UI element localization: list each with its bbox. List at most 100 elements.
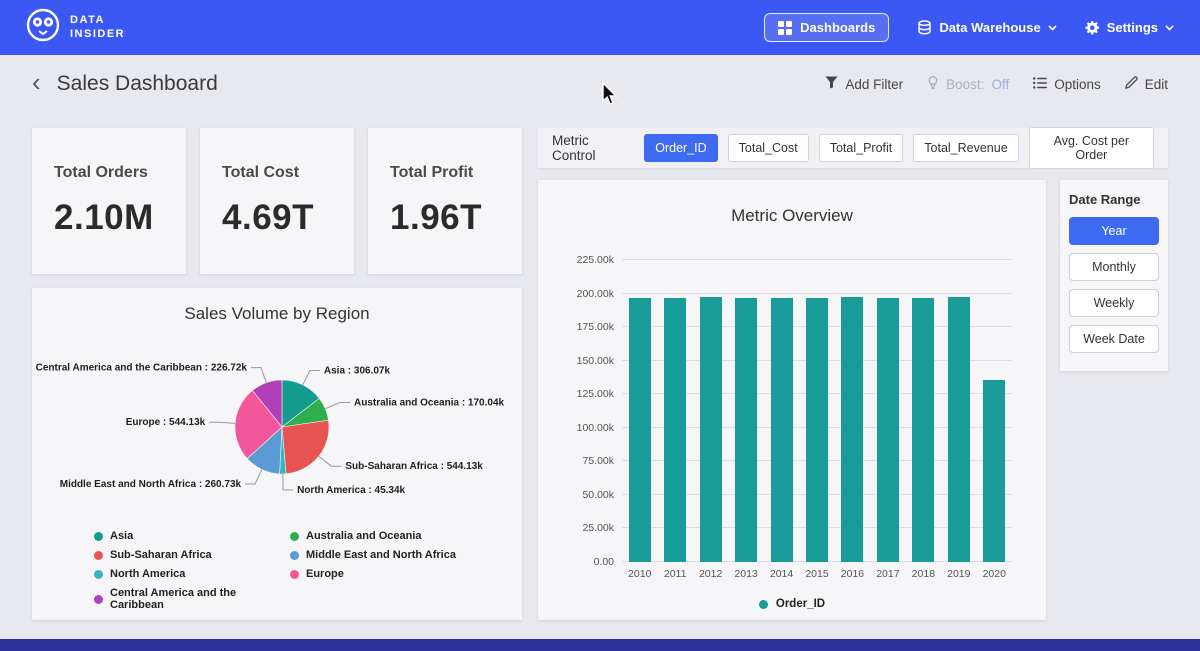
metric-button-total-cost[interactable]: Total_Cost [728, 134, 809, 162]
pie-label-connector [209, 422, 235, 423]
page-title: Sales Dashboard [57, 72, 218, 96]
bar-slot [657, 260, 692, 562]
kpi-label: Total Orders [54, 164, 186, 182]
pie-slice-label: Europe : 544.13k [126, 417, 206, 428]
nav-settings-label: Settings [1107, 20, 1158, 35]
kpi-label: Total Cost [222, 164, 354, 182]
back-button[interactable]: ‹ [32, 69, 41, 99]
legend-dot [94, 551, 103, 560]
chart-row: Metric Overview 225.00k200.00k175.00k150… [538, 180, 1168, 620]
pie-slice-label: Australia and Oceania : 170.04k [354, 398, 505, 409]
bar-2013[interactable] [735, 298, 757, 562]
metric-control-label: Metric Control [552, 133, 630, 163]
x-axis-label: 2010 [622, 568, 657, 580]
legend-label: Middle East and North Africa [306, 549, 456, 561]
x-axis-label: 2011 [657, 568, 692, 580]
edit-label: Edit [1145, 77, 1168, 92]
pie-svg[interactable]: Asia : 306.07kAustralia and Oceania : 17… [32, 330, 522, 526]
kpi-label: Total Profit [390, 164, 522, 182]
bar-2015[interactable] [806, 298, 828, 562]
bar-slot [693, 260, 728, 562]
date-range-label: Date Range [1069, 192, 1159, 207]
nav-settings[interactable]: Settings [1085, 20, 1174, 35]
y-axis-tick: 100.00k [564, 422, 614, 434]
brand[interactable]: DATA INSIDER [26, 8, 125, 47]
owl-logo-icon [26, 8, 60, 47]
kpi-card-3: Total Profit1.96T [368, 128, 522, 274]
pie-legend-item-europe[interactable]: Europe [290, 568, 522, 580]
bar-2019[interactable] [948, 297, 970, 562]
y-axis-tick: 200.00k [564, 288, 614, 300]
kpi-card-2: Total Cost 4.69T [200, 128, 354, 274]
legend-dot [94, 570, 103, 579]
bar-2020[interactable] [983, 380, 1005, 562]
bar-2018[interactable] [912, 298, 934, 562]
bar-chart-card: Metric Overview 225.00k200.00k175.00k150… [538, 180, 1046, 620]
legend-dot [759, 600, 768, 609]
app-root: DATA INSIDER Dashboards [0, 0, 1200, 620]
bar-2011[interactable] [664, 298, 686, 562]
bar-2012[interactable] [700, 297, 722, 562]
date-range-button-year[interactable]: Year [1069, 217, 1159, 245]
legend-label: Order_ID [776, 598, 825, 610]
metric-button-total-profit[interactable]: Total_Profit [819, 134, 904, 162]
bar-slot [764, 260, 799, 562]
pie-legend-item-australia-and-oceania[interactable]: Australia and Oceania [290, 530, 522, 542]
pie-legend-item-sub-saharan-africa[interactable]: Sub-Saharan Africa [94, 549, 290, 561]
pie-label-connector [303, 371, 320, 385]
bar-chart-plot[interactable]: 225.00k200.00k175.00k150.00k125.00k100.0… [622, 260, 1012, 562]
navbar-menu: Dashboards Data Warehouse [764, 13, 1174, 42]
pie-chart-title: Sales Volume by Region [32, 304, 522, 324]
boost-toggle[interactable]: Boost: Off [927, 76, 1009, 93]
date-range-card: Date Range Year Monthly Weekly Week Date [1060, 180, 1168, 371]
legend-dot [290, 570, 299, 579]
pie-legend-item-north-america[interactable]: North America [94, 568, 290, 580]
pie-label-connector [245, 470, 262, 485]
metric-button-avg-cost-per-order[interactable]: Avg. Cost per Order [1029, 127, 1154, 169]
boost-label: Boost: [946, 77, 984, 92]
funnel-icon [825, 76, 838, 92]
edit-button[interactable]: Edit [1125, 76, 1168, 92]
pie-legend-item-asia[interactable]: Asia [94, 530, 290, 542]
pie-label-connector [325, 403, 350, 409]
pencil-icon [1125, 76, 1138, 92]
pie-legend: Asia Australia and Oceania Sub-Saharan Afr… [32, 526, 522, 611]
y-axis-tick: 125.00k [564, 388, 614, 400]
left-column: Total Orders 2.10M Total Cost 4.69T Total Pr… [32, 128, 522, 620]
bar-slot [941, 260, 976, 562]
bar-chart-xlabels: 2010201120122013201420152016201720182019… [622, 568, 1012, 580]
right-column: Metric Control Order_ID Total_Cost Total_P… [538, 128, 1168, 620]
legend-dot [94, 532, 103, 541]
bar-chart-title: Metric Overview [564, 206, 1020, 226]
date-range-button-monthly[interactable]: Monthly [1069, 253, 1159, 281]
chevron-down-icon [1048, 25, 1057, 31]
bar-slot [728, 260, 763, 562]
bar-2016[interactable] [841, 297, 863, 562]
nav-data-warehouse-label: Data Warehouse [939, 20, 1040, 35]
pie-slice-sub-saharan-africa[interactable] [282, 420, 329, 474]
brand-line2: INSIDER [70, 28, 125, 42]
legend-dot [94, 595, 103, 604]
nav-dashboards[interactable]: Dashboards [764, 13, 889, 42]
legend-label: North America [110, 568, 185, 580]
pie-legend-item-middle-east-and-north-africa[interactable]: Middle East and North Africa [290, 549, 522, 561]
add-filter-button[interactable]: Add Filter [825, 76, 903, 92]
metric-button-order-id[interactable]: Order_ID [644, 134, 717, 162]
bar-2014[interactable] [771, 298, 793, 562]
kpi-value: 4.69T [222, 198, 354, 238]
pie-slice-label: Central America and the Caribbean : 226.… [36, 363, 248, 374]
metric-button-total-revenue[interactable]: Total_Revenue [913, 134, 1018, 162]
legend-dot [290, 532, 299, 541]
pie-slice-label: Sub-Saharan Africa : 544.13k [345, 461, 483, 472]
bar-2010[interactable] [629, 298, 651, 562]
kpi-value: 2.10M [54, 198, 186, 238]
bar-2017[interactable] [877, 298, 899, 562]
legend-label: Australia and Oceania [306, 530, 422, 542]
date-range-button-weekly[interactable]: Weekly [1069, 289, 1159, 317]
bar-slot [977, 260, 1012, 562]
options-button[interactable]: Options [1033, 77, 1101, 92]
pie-legend-item-central-america-and-the-caribbean[interactable]: Central America and the Caribbean [94, 587, 290, 611]
y-axis-tick: 75.00k [564, 455, 614, 467]
date-range-button-week-date[interactable]: Week Date [1069, 325, 1159, 353]
nav-data-warehouse[interactable]: Data Warehouse [917, 20, 1056, 35]
